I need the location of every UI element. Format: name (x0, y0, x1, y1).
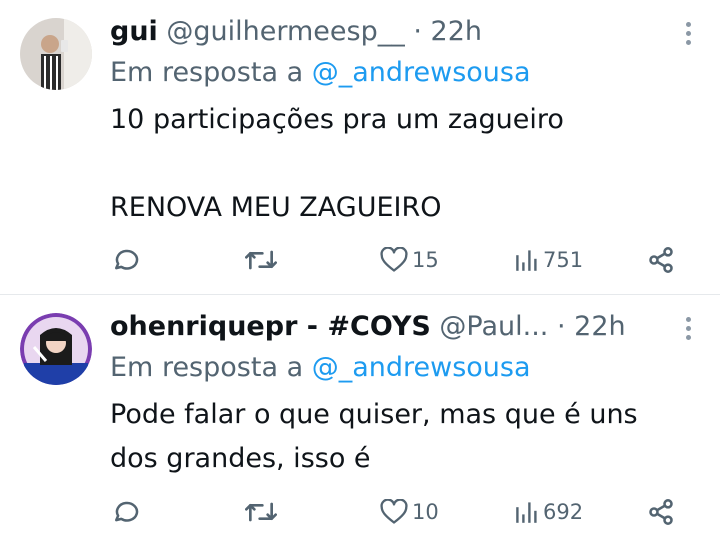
views-button[interactable]: 751 (515, 240, 583, 280)
reply-context: Em resposta a @_andrewsousa (110, 55, 531, 91)
tweet-text: Pode falar o que quiser, mas que é uns d… (110, 393, 638, 481)
views-icon (515, 248, 539, 272)
retweet-icon (245, 497, 277, 527)
reply-button[interactable] (110, 240, 140, 280)
like-icon (380, 247, 408, 273)
retweet-button[interactable] (245, 492, 277, 532)
separator-dot: · (556, 311, 566, 342)
tweet-header: gui @guilhermeesp__ · 22h (110, 14, 482, 50)
tweet-text-line: 10 participações pra um zagueiro (110, 104, 564, 135)
user-handle[interactable]: @Paul... (439, 311, 548, 342)
avatar-ohenriquepr[interactable] (20, 313, 92, 385)
display-name[interactable]: ohenriquepr - #COYS (110, 311, 431, 342)
views-button[interactable]: 692 (515, 492, 583, 532)
separator-dot: · (413, 16, 422, 47)
action-bar: 10 692 (0, 492, 720, 532)
views-count: 692 (543, 500, 584, 524)
retweet-button[interactable] (245, 240, 277, 280)
like-icon (380, 499, 408, 525)
tweet-text-line: Pode falar o que quiser, mas que é uns (110, 399, 638, 430)
tweet-2[interactable]: ohenriquepr - #COYS @Paul... · 22h Em re… (0, 295, 720, 552)
avatar-gui[interactable] (20, 18, 92, 90)
timestamp[interactable]: 22h (431, 16, 482, 47)
like-count: 10 (412, 500, 439, 524)
reply-prefix: Em resposta a (110, 57, 304, 88)
retweet-icon (245, 245, 277, 275)
reply-mention-link[interactable]: @_andrewsousa (312, 352, 531, 383)
timestamp[interactable]: 22h (574, 311, 625, 342)
like-count: 15 (412, 248, 439, 272)
reply-icon (110, 497, 140, 527)
views-count: 751 (543, 248, 584, 272)
tweet-text-line: dos grandes, isso é (110, 443, 371, 474)
share-button[interactable] (647, 492, 675, 532)
reply-button[interactable] (110, 492, 140, 532)
action-bar: 15 751 (0, 240, 720, 280)
user-handle[interactable]: @guilhermeesp__ (166, 16, 404, 47)
share-button[interactable] (647, 240, 675, 280)
tweet-text: 10 participações pra um zagueiro RENOVA … (110, 98, 564, 230)
views-icon (515, 500, 539, 524)
like-button[interactable]: 15 (380, 240, 439, 280)
share-icon (647, 498, 675, 526)
reply-context: Em resposta a @_andrewsousa (110, 350, 531, 386)
reply-mention-link[interactable]: @_andrewsousa (312, 57, 531, 88)
tweet-text-line: RENOVA MEU ZAGUEIRO (110, 192, 442, 223)
reply-prefix: Em resposta a (110, 352, 304, 383)
more-icon[interactable] (684, 317, 692, 343)
share-icon (647, 246, 675, 274)
more-icon[interactable] (684, 22, 692, 48)
tweet-header: ohenriquepr - #COYS @Paul... · 22h (110, 309, 626, 345)
tweet-1[interactable]: gui @guilhermeesp__ · 22h Em resposta a … (0, 0, 720, 294)
reply-icon (110, 245, 140, 275)
like-button[interactable]: 10 (380, 492, 439, 532)
display-name[interactable]: gui (110, 16, 158, 47)
